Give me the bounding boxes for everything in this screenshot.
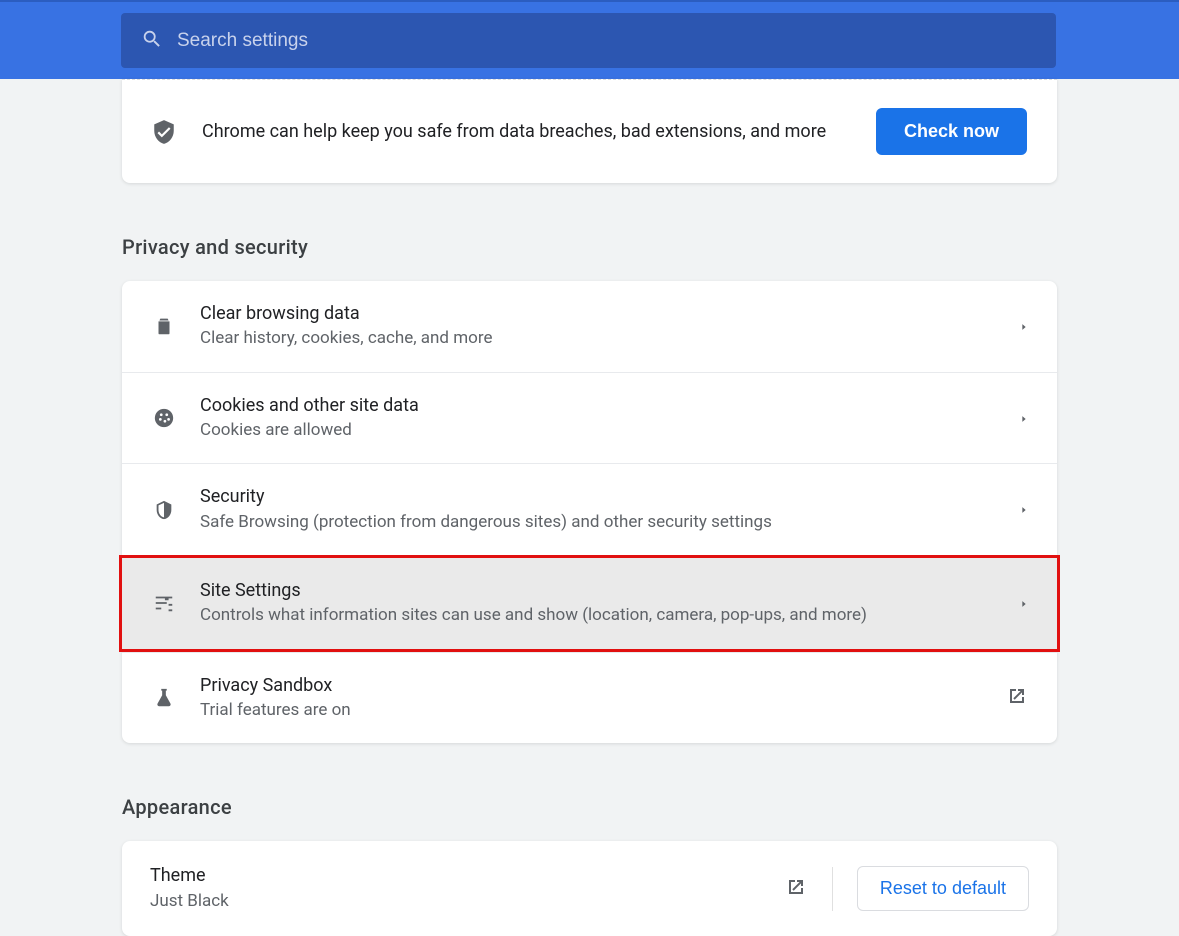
- search-input[interactable]: [177, 30, 1036, 52]
- privacy-sandbox-row[interactable]: Privacy Sandbox Trial features are on: [122, 652, 1057, 744]
- row-sub: Controls what information sites can use …: [200, 603, 1019, 629]
- security-row[interactable]: Security Safe Browsing (protection from …: [122, 463, 1057, 555]
- site-settings-row[interactable]: Site Settings Controls what information …: [119, 555, 1060, 652]
- chevron-right-icon: [1019, 409, 1029, 428]
- row-sub: Cookies are allowed: [200, 418, 1019, 444]
- shield-icon: [150, 499, 178, 521]
- row-sub: Clear history, cookies, cache, and more: [200, 326, 1019, 352]
- row-sub: Safe Browsing (protection from dangerous…: [200, 510, 1019, 536]
- row-title: Privacy Sandbox: [200, 673, 1005, 698]
- search-icon: [141, 28, 163, 54]
- clear-browsing-data-row[interactable]: Clear browsing data Clear history, cooki…: [122, 281, 1057, 372]
- check-now-button[interactable]: Check now: [876, 108, 1027, 155]
- appearance-section-title: Appearance: [122, 795, 1057, 819]
- shield-check-icon: [150, 119, 178, 145]
- tune-icon: [150, 592, 178, 614]
- header-bar: [0, 0, 1179, 79]
- theme-sub: Just Black: [150, 889, 784, 915]
- row-sub: Trial features are on: [200, 698, 1005, 724]
- row-title: Security: [200, 484, 1019, 509]
- privacy-section-title: Privacy and security: [122, 235, 1057, 259]
- trash-icon: [150, 315, 178, 337]
- chevron-right-icon: [1019, 500, 1029, 519]
- cookie-icon: [150, 407, 178, 429]
- row-title: Cookies and other site data: [200, 393, 1019, 418]
- chevron-right-icon: [1019, 594, 1029, 613]
- open-external-icon: [1005, 684, 1029, 712]
- chevron-right-icon: [1019, 317, 1029, 336]
- search-box[interactable]: [121, 13, 1056, 68]
- flask-icon: [150, 687, 178, 709]
- safety-check-card: Chrome can help keep you safe from data …: [122, 79, 1057, 183]
- cookies-row[interactable]: Cookies and other site data Cookies are …: [122, 372, 1057, 464]
- theme-title: Theme: [150, 863, 784, 888]
- row-title: Clear browsing data: [200, 301, 1019, 326]
- row-title: Site Settings: [200, 578, 1019, 603]
- privacy-card: Clear browsing data Clear history, cooki…: [122, 281, 1057, 743]
- safety-text: Chrome can help keep you safe from data …: [202, 121, 876, 142]
